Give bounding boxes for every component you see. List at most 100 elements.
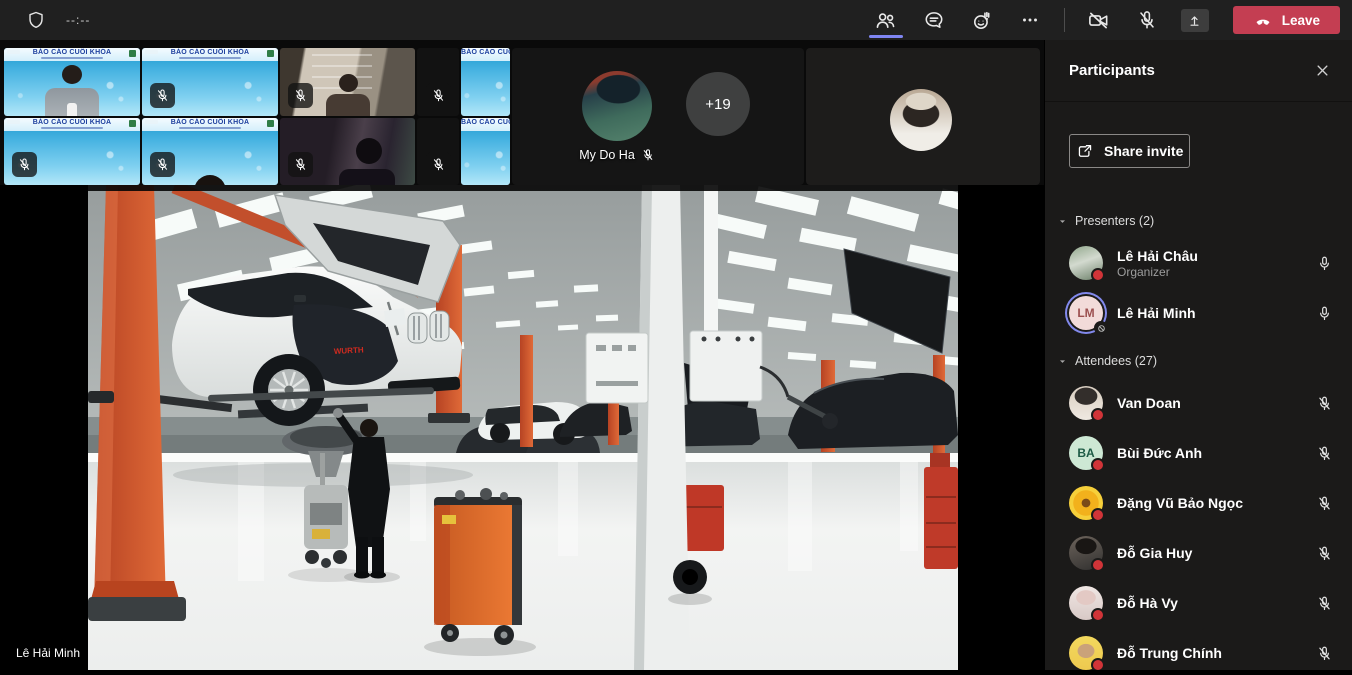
mic-muted-badge [288, 152, 313, 177]
slide-title: BÁO CÁO CUỐI KHÓA [461, 49, 510, 56]
mic-off-icon [431, 157, 446, 172]
video-tile[interactable] [417, 48, 459, 116]
participant-row[interactable]: Lê Hải Châu Organizer [1045, 238, 1352, 288]
video-tile[interactable]: BÁO CÁO CUỐI KHÓA [461, 118, 510, 185]
phone-down-icon [1253, 10, 1273, 30]
participant-name-label: My Do Ha [579, 148, 635, 162]
presenters-section-header[interactable]: Presenters (2) [1057, 214, 1352, 228]
mic-muted-badge [426, 152, 451, 177]
section-label: Presenters (2) [1075, 214, 1154, 228]
mic-off-icon[interactable] [1316, 645, 1333, 662]
slide-logo [129, 50, 136, 57]
raise-hand-icon [970, 9, 993, 32]
camera-off-icon [1087, 9, 1110, 32]
participant-row[interactable]: LM Lê Hải Minh [1045, 288, 1352, 338]
chevron-down-icon [1057, 216, 1068, 227]
avatar [1069, 486, 1103, 520]
mic-off-icon [431, 88, 446, 103]
presence-busy-badge [1091, 408, 1105, 422]
mic-off-icon[interactable] [1316, 545, 1333, 562]
shared-video-content: WURTH [88, 185, 958, 670]
mic-off-icon[interactable] [1316, 395, 1333, 412]
participant-row[interactable]: BA Bùi Đức Anh [1045, 428, 1352, 478]
avatar [1069, 586, 1103, 620]
slide-title: BÁO CÁO CUỐI KHÓA [142, 49, 278, 56]
mic-on-icon[interactable] [1316, 255, 1333, 272]
panel-title: Participants [1069, 62, 1155, 79]
chevron-down-icon [1057, 356, 1068, 367]
video-tile[interactable]: BÁO CÁO CUỐI KHÓA [4, 48, 140, 116]
more-options-button[interactable] [1006, 0, 1054, 40]
chat-icon [923, 9, 945, 31]
overflow-participants-badge[interactable]: +19 [686, 72, 750, 136]
audio-participant-tile[interactable]: My Do Ha +19 [512, 48, 804, 185]
participant-row[interactable]: Van Doan [1045, 378, 1352, 428]
mic-off-icon[interactable] [1316, 495, 1333, 512]
leave-button[interactable]: Leave [1233, 6, 1340, 34]
workshop-scene: WURTH [88, 185, 958, 670]
mic-muted-badge [426, 83, 451, 108]
slide-title: BÁO CÁO CUỐI KHÓA [4, 119, 140, 126]
close-icon [1313, 61, 1332, 80]
presence-busy-badge [1091, 268, 1105, 282]
video-tile[interactable] [280, 48, 415, 116]
mic-off-icon [155, 157, 170, 172]
person-body [326, 94, 370, 116]
presence-busy-badge [1091, 558, 1105, 572]
presence-busy-badge [1091, 458, 1105, 472]
slide-title: BÁO CÁO CUỐI KHÓA [461, 119, 510, 126]
close-panel-button[interactable] [1307, 56, 1337, 86]
avatar-initials: LM [1077, 306, 1094, 320]
avatar [1069, 536, 1103, 570]
avatar: BA [1069, 436, 1103, 470]
share-screen-button[interactable] [1171, 0, 1219, 40]
video-tile[interactable]: BÁO CÁO CUỐI KHÓA [142, 118, 278, 185]
participant-row[interactable]: Đặng Vũ Bảo Ngọc [1045, 478, 1352, 528]
participants-panel: Participants Share invite Presenters (2)… [1044, 40, 1352, 670]
person-body [339, 169, 395, 185]
person-head [194, 175, 226, 185]
mic-muted-badge [150, 152, 175, 177]
leave-label: Leave [1282, 13, 1320, 28]
participant-row[interactable]: Đỗ Gia Huy [1045, 528, 1352, 578]
video-filmstrip: BÁO CÁO CUỐI KHÓA BÁO CÁO CUỐI KHÓA BÁO … [0, 40, 1044, 185]
mic-toggle-button[interactable] [1123, 0, 1171, 40]
slide-title: BÁO CÁO CUỐI KHÓA [4, 49, 140, 56]
chat-button[interactable] [910, 0, 958, 40]
video-tile[interactable]: BÁO CÁO CUỐI KHÓA [4, 118, 140, 185]
video-tile[interactable] [417, 118, 459, 185]
mic-off-icon [17, 157, 32, 172]
attendees-section-header[interactable]: Attendees (27) [1057, 354, 1352, 368]
mic-off-icon [1136, 9, 1158, 31]
mic-muted-badge [150, 83, 175, 108]
share-invite-icon [1076, 142, 1094, 160]
participant-name: Van Doan [1117, 395, 1181, 411]
avatar: LM [1069, 296, 1103, 330]
participants-button[interactable] [862, 0, 910, 40]
participant-name: Bùi Đức Anh [1117, 445, 1202, 461]
mic-off-icon[interactable] [1316, 445, 1333, 462]
people-icon [874, 9, 897, 32]
share-tray-icon [1186, 12, 1203, 29]
mic-muted-badge [288, 83, 313, 108]
mic-on-icon[interactable] [1316, 305, 1333, 322]
slide-title: BÁO CÁO CUỐI KHÓA [142, 119, 278, 126]
participant-row[interactable]: Đỗ Trung Chính [1045, 628, 1352, 670]
video-tile[interactable] [280, 118, 415, 185]
presence-busy-badge [1091, 608, 1105, 622]
video-tile[interactable]: BÁO CÁO CUỐI KHÓA [142, 48, 278, 116]
camera-toggle-button[interactable] [1075, 0, 1123, 40]
presence-busy-badge [1091, 658, 1105, 670]
mic-off-icon[interactable] [1316, 595, 1333, 612]
reactions-button[interactable] [958, 0, 1006, 40]
security-shield-icon [26, 10, 46, 30]
share-invite-button[interactable]: Share invite [1069, 134, 1190, 168]
presence-busy-badge [1091, 508, 1105, 522]
participant-role: Organizer [1117, 265, 1198, 279]
mic-off-icon [641, 148, 655, 162]
participant-row[interactable]: Đỗ Hà Vy [1045, 578, 1352, 628]
car-brand-text: WURTH [334, 345, 364, 356]
video-tile[interactable]: BÁO CÁO CUỐI KHÓA [461, 48, 510, 116]
share-invite-label: Share invite [1104, 143, 1183, 159]
audio-participant-tile[interactable] [806, 48, 1040, 185]
